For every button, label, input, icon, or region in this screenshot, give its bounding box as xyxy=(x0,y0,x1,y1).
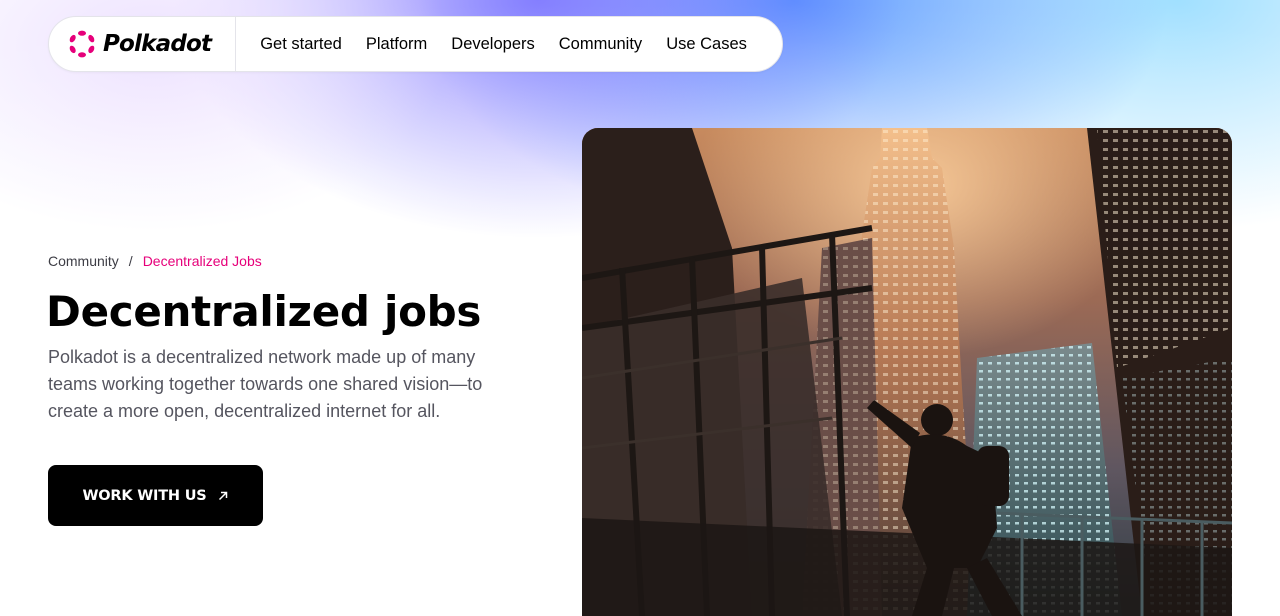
nav-developers[interactable]: Developers xyxy=(451,35,534,54)
nav-get-started[interactable]: Get started xyxy=(260,35,342,54)
work-with-us-label: WORK WITH US xyxy=(82,487,207,504)
nav-links: Get started Platform Developers Communit… xyxy=(236,35,747,54)
city-skyscraper-photo xyxy=(582,128,1232,616)
nav-community[interactable]: Community xyxy=(559,35,642,54)
hero-image xyxy=(582,128,1232,616)
breadcrumb: Community / Decentralized Jobs xyxy=(48,253,262,269)
nav-platform[interactable]: Platform xyxy=(366,35,427,54)
polkadot-logo-icon xyxy=(69,30,95,58)
breadcrumb-community-link[interactable]: Community xyxy=(48,253,119,269)
logo-wordmark: Polkadot xyxy=(103,31,212,57)
top-navigation: Polkadot Get started Platform Developers… xyxy=(48,16,783,72)
logo[interactable]: Polkadot xyxy=(49,17,237,71)
arrow-up-right-icon xyxy=(218,491,227,500)
work-with-us-button[interactable]: WORK WITH US xyxy=(48,465,263,526)
breadcrumb-separator: / xyxy=(128,253,133,269)
breadcrumb-current: Decentralized Jobs xyxy=(142,253,262,269)
page-description: Polkadot is a decentralized network made… xyxy=(48,347,483,421)
nav-use-cases[interactable]: Use Cases xyxy=(666,35,747,54)
page-title: Decentralized jobs xyxy=(46,287,482,336)
